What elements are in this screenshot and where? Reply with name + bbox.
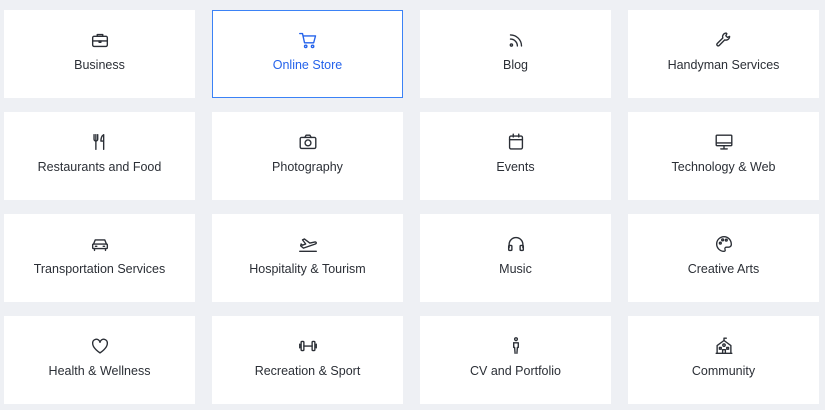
heart-icon [89,335,111,357]
category-label: Handyman Services [667,58,780,72]
category-label: Creative Arts [687,262,760,276]
category-tile-recreation-sport[interactable]: Recreation & Sport [212,316,403,404]
category-label: CV and Portfolio [469,364,562,378]
category-label: Hospitality & Tourism [249,262,366,276]
category-tile-music[interactable]: Music [420,214,611,302]
category-tile-technology-web[interactable]: Technology & Web [628,112,819,200]
rss-icon [505,29,527,51]
category-label: Music [499,262,532,276]
category-label: Business [74,58,125,72]
car-icon [89,233,111,255]
category-tile-handyman-services[interactable]: Handyman Services [628,10,819,98]
fork-knife-icon [89,131,111,153]
category-label: Online Store [272,58,343,72]
calendar-icon [505,131,527,153]
category-tile-health-wellness[interactable]: Health & Wellness [4,316,195,404]
category-label: Blog [502,58,529,72]
shopping-cart-icon [297,29,319,51]
category-label: Technology & Web [671,160,776,174]
category-label: Transportation Services [33,262,166,276]
category-grid: Business Online Store Blog Handyman Serv… [4,10,819,404]
category-tile-events[interactable]: Events [420,112,611,200]
category-label: Recreation & Sport [254,364,361,378]
briefcase-icon [89,29,111,51]
category-tile-online-store[interactable]: Online Store [212,10,403,98]
category-tile-photography[interactable]: Photography [212,112,403,200]
category-label: Photography [272,160,343,174]
category-label: Community [691,364,756,378]
airplane-icon [297,233,319,255]
category-tile-creative-arts[interactable]: Creative Arts [628,214,819,302]
wrench-icon [713,29,735,51]
category-tile-hospitality-tourism[interactable]: Hospitality & Tourism [212,214,403,302]
category-tile-business[interactable]: Business [4,10,195,98]
category-tile-blog[interactable]: Blog [420,10,611,98]
category-tile-cv-and-portfolio[interactable]: CV and Portfolio [420,316,611,404]
community-building-icon [713,335,735,357]
dumbbell-icon [297,335,319,357]
camera-icon [297,131,319,153]
category-label: Health & Wellness [48,364,151,378]
category-tile-restaurants-and-food[interactable]: Restaurants and Food [4,112,195,200]
category-label: Restaurants and Food [37,160,162,174]
palette-icon [713,233,735,255]
category-tile-community[interactable]: Community [628,316,819,404]
headphones-icon [505,233,527,255]
category-label: Events [496,160,535,174]
person-icon [505,335,527,357]
monitor-icon [713,131,735,153]
category-tile-transportation-services[interactable]: Transportation Services [4,214,195,302]
